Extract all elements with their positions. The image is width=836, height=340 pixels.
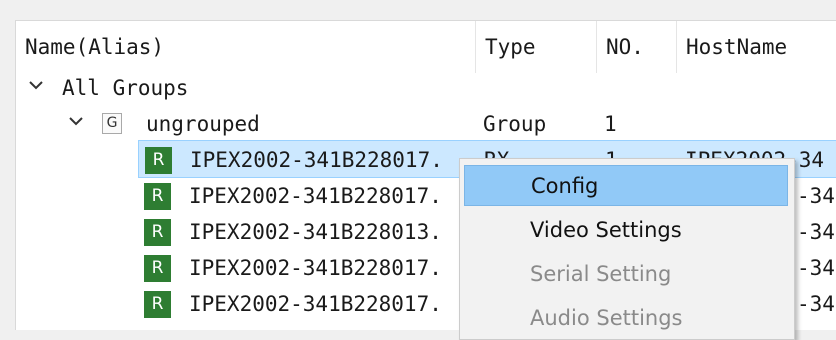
group-type: Group xyxy=(483,112,547,136)
column-header: Name(Alias) Type NO. HostName xyxy=(16,21,836,73)
column-header-hostname[interactable]: HostName xyxy=(677,21,836,73)
device-name: IPEX2002-341B228017. xyxy=(189,292,442,316)
device-hostname: -34 xyxy=(797,292,835,316)
device-name: IPEX2002-341B228017. xyxy=(189,184,442,208)
context-menu: Config Video Settings Serial Setting Aud… xyxy=(459,158,795,340)
chevron-down-icon[interactable] xyxy=(26,69,48,107)
device-hostname: -34 xyxy=(797,220,835,244)
device-hostname: -34 xyxy=(797,256,835,280)
device-hostname: -34 xyxy=(797,184,835,208)
group-icon: G xyxy=(102,113,122,134)
receiver-device-icon: R xyxy=(144,255,171,282)
receiver-device-icon: R xyxy=(145,147,172,174)
chevron-down-icon[interactable] xyxy=(66,105,88,143)
column-header-no[interactable]: NO. xyxy=(597,21,677,73)
tree-label-all-groups: All Groups xyxy=(62,76,189,100)
tree-label-group: ungrouped xyxy=(146,112,260,136)
receiver-device-icon: R xyxy=(144,219,171,246)
device-name: IPEX2002-341B228017. xyxy=(189,256,442,280)
tree-row-all-groups[interactable]: All Groups xyxy=(16,69,836,107)
device-name: IPEX2002-341B228017. xyxy=(190,148,443,172)
group-no: 1 xyxy=(604,112,617,136)
column-header-type[interactable]: Type xyxy=(476,21,597,73)
receiver-device-icon: R xyxy=(144,291,171,318)
menu-item-video-settings[interactable]: Video Settings xyxy=(464,210,788,251)
menu-item-serial-setting[interactable]: Serial Setting xyxy=(464,254,788,295)
receiver-device-icon: R xyxy=(144,183,171,210)
column-header-name[interactable]: Name(Alias) xyxy=(16,21,476,73)
menu-item-config[interactable]: Config xyxy=(464,165,788,206)
tree-row-ungrouped[interactable]: G ungrouped Group 1 xyxy=(16,105,836,143)
device-name: IPEX2002-341B228013. xyxy=(189,220,442,244)
menu-item-audio-settings[interactable]: Audio Settings xyxy=(464,298,788,339)
